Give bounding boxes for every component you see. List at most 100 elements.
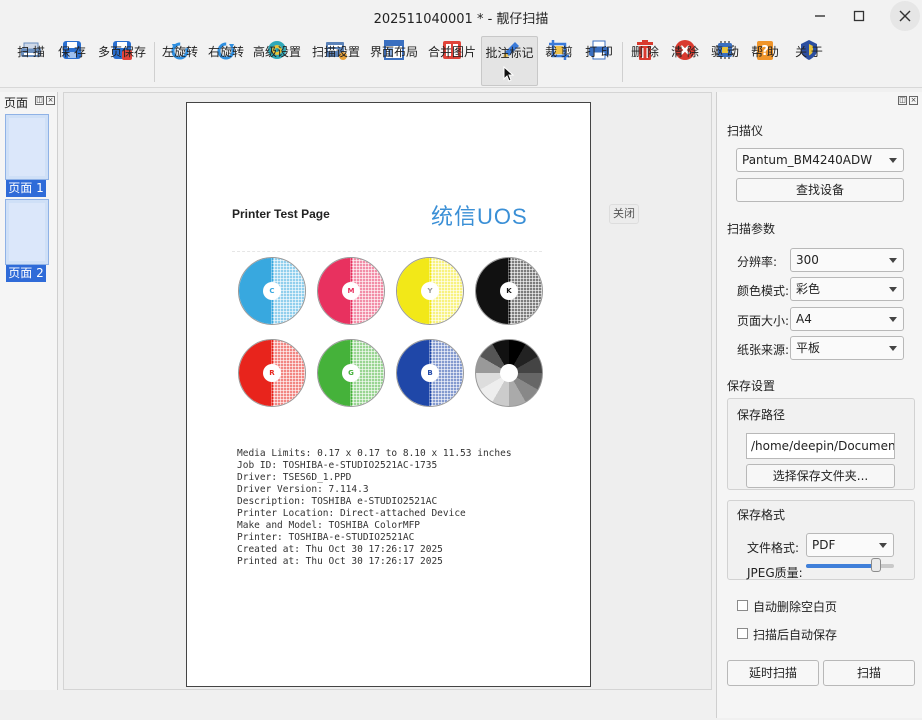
delay-scan-button[interactable]: 延时扫描 xyxy=(727,660,819,686)
rotate-right-button[interactable]: 右旋转 xyxy=(206,36,246,86)
chevron-down-icon xyxy=(889,346,897,351)
help-button[interactable]: ? 帮 助 xyxy=(748,36,782,86)
color-test-circle: B xyxy=(396,339,464,407)
color-test-circle: Y xyxy=(396,257,464,325)
auto-delete-blank-checkbox[interactable] xyxy=(737,600,748,611)
scan-start-button[interactable]: 扫描 xyxy=(823,660,915,686)
jpeg-quality-fill xyxy=(806,564,877,568)
page-size-select[interactable]: A4 xyxy=(790,307,904,331)
document-title: Printer Test Page xyxy=(232,207,330,221)
uos-logo: 统信UOS xyxy=(431,204,528,229)
circle-letter: K xyxy=(500,282,518,300)
scanner-select[interactable]: Pantum_BM4240ADW xyxy=(736,148,904,172)
page-thumbnail-2[interactable] xyxy=(5,199,49,265)
page-label-2[interactable]: 页面 2 xyxy=(6,265,46,282)
chevron-down-icon xyxy=(889,258,897,263)
rotate-left-button[interactable]: 左旋转 xyxy=(160,36,200,86)
printer-info-line: Description: TOSHIBA e-STUDIO2521AC xyxy=(237,496,438,507)
auto-save-label: 扫描后自动保存 xyxy=(753,628,838,642)
minimize-icon[interactable] xyxy=(808,6,832,26)
maximize-icon[interactable] xyxy=(847,6,871,26)
paper-source-label: 纸张来源: xyxy=(737,343,790,357)
chevron-down-icon xyxy=(879,543,887,548)
page-size-label: 页面大小: xyxy=(737,314,790,328)
crop-button[interactable]: 裁 剪 xyxy=(542,36,576,86)
file-format-select[interactable]: PDF xyxy=(806,533,894,557)
auto-save-checkbox[interactable] xyxy=(737,628,748,639)
page-label-1[interactable]: 页面 1 xyxy=(6,180,46,197)
delete-button[interactable]: 删 除 xyxy=(628,36,662,86)
save-button[interactable]: 保 存 xyxy=(54,36,90,86)
pages-panel-header: 页面 ◫ × xyxy=(0,92,57,110)
main-toolbar: 扫 描 保 存 多页保存 左旋转 右旋转 高级设置 扫描设置 界面布局 合并图片… xyxy=(0,32,922,88)
pages-panel-title: 页面 xyxy=(4,96,29,110)
printer-info-line: Driver: TSES6D_1.PPD xyxy=(237,472,352,483)
color-mode-select[interactable]: 彩色 xyxy=(790,277,904,301)
color-test-circle: C xyxy=(238,257,306,325)
save-path-label: 保存路径 xyxy=(737,408,786,422)
scanner-section-title: 扫描仪 xyxy=(727,124,764,138)
circle-letter: B xyxy=(421,364,439,382)
close-panel-icon[interactable]: × xyxy=(909,96,918,105)
layout-button[interactable]: 界面布局 xyxy=(368,36,420,86)
color-test-circle: R xyxy=(238,339,306,407)
scanned-page[interactable]: Printer Test Page 统信UOS C M Y K R G B Media Li… xyxy=(186,102,591,687)
save-settings-section-title: 保存设置 xyxy=(727,379,776,393)
chevron-down-icon xyxy=(889,317,897,322)
file-format-label: 文件格式: xyxy=(747,541,800,555)
auto-delete-blank-label: 自动删除空白页 xyxy=(753,600,838,614)
jpeg-quality-label: JPEG质量: xyxy=(747,566,803,580)
scan-settings-button[interactable]: 扫描设置 xyxy=(310,36,362,86)
color-test-circle: K xyxy=(475,257,543,325)
resolution-select[interactable]: 300 xyxy=(790,248,904,272)
circle-center xyxy=(500,364,518,382)
divider xyxy=(232,251,542,252)
color-test-circle: G xyxy=(317,339,385,407)
title-bar: 202511040001 * - 靓仔扫描 xyxy=(0,0,922,32)
printer-info-line: Make and Model: TOSHIBA ColorMFP xyxy=(237,520,421,531)
circle-letter: G xyxy=(342,364,360,382)
scan-button[interactable]: 扫 描 xyxy=(10,36,52,86)
toolbar-separator xyxy=(622,42,623,82)
slider-handle[interactable] xyxy=(871,558,882,572)
chevron-down-icon xyxy=(889,287,897,292)
merge-images-button[interactable]: 合并图片 xyxy=(426,36,478,86)
float-panel-icon[interactable]: ◫ xyxy=(35,96,44,105)
circle-letter: R xyxy=(263,364,281,382)
circle-letter: Y xyxy=(421,282,439,300)
choose-folder-button[interactable]: 选择保存文件夹... xyxy=(746,464,895,488)
chevron-down-icon xyxy=(889,158,897,163)
print-button[interactable]: 打 印 xyxy=(582,36,616,86)
color-test-circle xyxy=(475,339,543,407)
find-device-button[interactable]: 查找设备 xyxy=(736,178,904,202)
printer-info-line: Printed at: Thu Oct 30 17:26:17 2025 xyxy=(237,556,443,567)
close-annotation-button[interactable]: 关闭 xyxy=(609,204,639,224)
close-panel-icon[interactable]: × xyxy=(46,96,55,105)
driver-button[interactable]: 驱 动 xyxy=(708,36,742,86)
circle-letter: C xyxy=(263,282,281,300)
close-icon[interactable] xyxy=(890,1,920,31)
printer-info-line: Media Limits: 0.17 x 0.17 to 8.10 x 11.5… xyxy=(237,448,512,459)
save-format-label: 保存格式 xyxy=(737,508,786,522)
resolution-label: 分辨率: xyxy=(737,255,778,269)
scan-params-section-title: 扫描参数 xyxy=(727,222,776,236)
printer-info-line: Printer Location: Direct-attached Device xyxy=(237,508,466,519)
advanced-settings-button[interactable]: 高级设置 xyxy=(252,36,302,86)
printer-info-line: Job ID: TOSHIBA-e-STUDIO2521AC-1735 xyxy=(237,460,438,471)
mouse-cursor-icon xyxy=(503,66,515,82)
printer-info-line: Created at: Thu Oct 30 17:26:17 2025 xyxy=(237,544,443,555)
float-panel-icon[interactable]: ◫ xyxy=(898,96,907,105)
about-button[interactable]: 关 于 xyxy=(792,36,826,86)
settings-panel: ◫ × 扫描仪 Pantum_BM4240ADW 查找设备 扫描参数 分辨率: … xyxy=(716,92,922,718)
clear-button[interactable]: 清 除 xyxy=(668,36,702,86)
multi-page-save-button[interactable]: 多页保存 xyxy=(96,36,148,86)
window-title: 202511040001 * - 靓仔扫描 xyxy=(373,12,549,27)
save-path-input[interactable]: /home/deepin/Documents xyxy=(746,433,895,459)
color-mode-label: 颜色模式: xyxy=(737,284,790,298)
jpeg-quality-slider[interactable] xyxy=(806,558,894,572)
circle-letter: M xyxy=(342,282,360,300)
printer-info: Media Limits: 0.17 x 0.17 to 8.10 x 11.5… xyxy=(237,448,512,568)
paper-source-select[interactable]: 平板 xyxy=(790,336,904,360)
toolbar-separator xyxy=(154,42,155,82)
page-thumbnail-1[interactable] xyxy=(5,114,49,180)
